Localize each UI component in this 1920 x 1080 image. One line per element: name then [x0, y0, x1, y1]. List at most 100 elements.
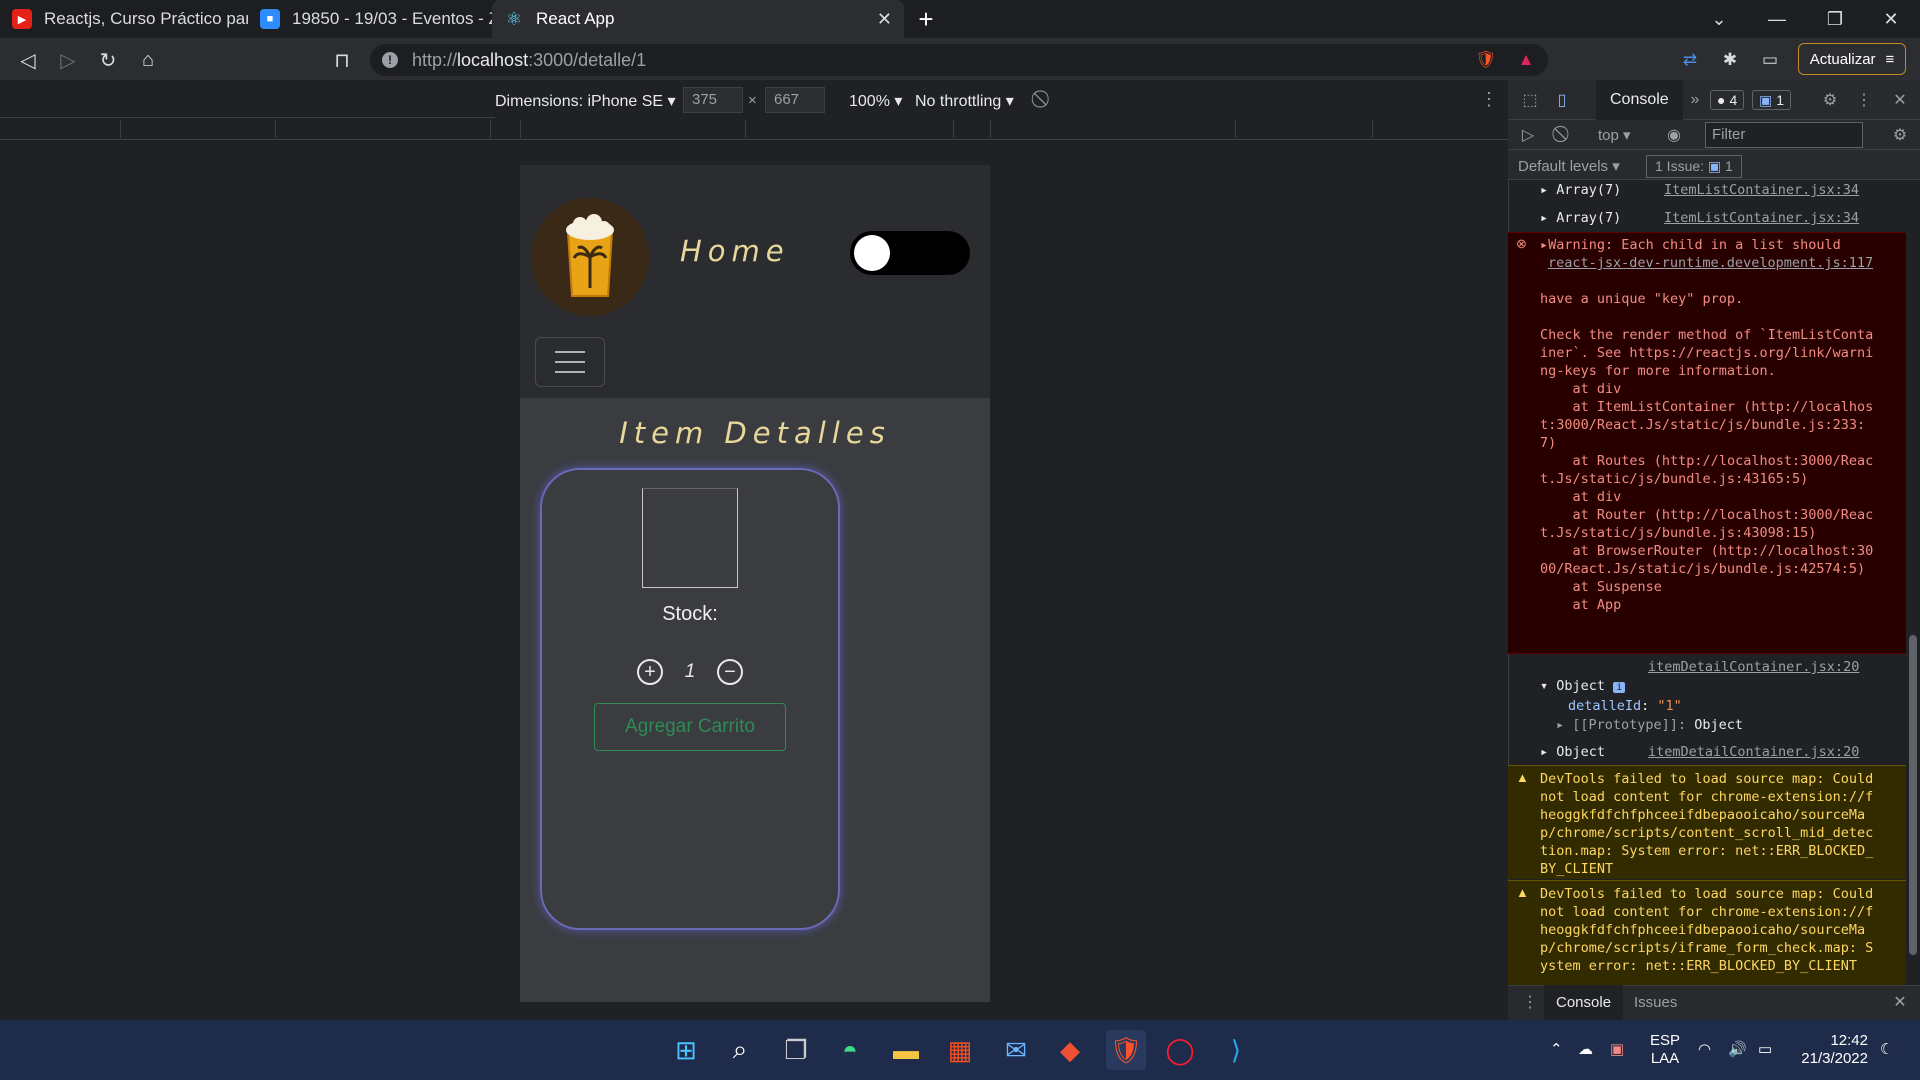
context-select[interactable]: top ▾	[1598, 126, 1631, 144]
volume-icon[interactable]: 🔊	[1728, 1040, 1747, 1058]
url-path: :3000/detalle/1	[528, 49, 647, 70]
reload-icon[interactable]: ↻	[90, 42, 126, 78]
task-view-icon[interactable]: ❐	[776, 1030, 816, 1070]
object-row[interactable]: ▾ Object i	[1540, 678, 1626, 694]
wallet-icon[interactable]: ▭	[1756, 46, 1784, 74]
more-tabs-icon[interactable]: »	[1683, 88, 1707, 112]
brave-shields-icon[interactable]: 🛡	[1472, 46, 1500, 74]
tab-title: Reactjs, Curso Práctico para Principiant	[44, 9, 248, 28]
object-row[interactable]: ▸ Object	[1540, 744, 1605, 760]
drawer-tab-console[interactable]: Console	[1544, 985, 1624, 1020]
microsoft-store-icon[interactable]: ▦	[940, 1030, 980, 1070]
device-toggle-icon[interactable]: ▯	[1550, 88, 1574, 112]
levels-select[interactable]: Default levels ▾	[1518, 157, 1620, 175]
brave-browser-icon[interactable]: 🛡	[1106, 1030, 1146, 1070]
messages-badge[interactable]: ▣ 1	[1752, 90, 1792, 110]
new-tab-button[interactable]: +	[906, 0, 946, 38]
battery-icon[interactable]: ▭	[1758, 1040, 1772, 1058]
tab-zoom[interactable]: ■ 19850 - 19/03 - Eventos - Zoom	[248, 0, 492, 38]
focus-assist-icon[interactable]: ☾	[1880, 1040, 1893, 1058]
height-input[interactable]: 667	[765, 87, 825, 113]
console-scrollbar[interactable]	[1906, 180, 1920, 985]
tab-console[interactable]: Console	[1596, 80, 1683, 120]
message-icon: ▣	[1759, 91, 1773, 108]
error-source-link[interactable]: react-jsx-dev-runtime.development.js:117	[1548, 254, 1888, 272]
prototype-row[interactable]: ▸ [[Prototype]]: Object	[1556, 717, 1743, 733]
scrollbar-thumb[interactable]	[1909, 635, 1917, 955]
menu-icon: ≡	[1885, 50, 1895, 68]
tab-youtube[interactable]: ▶ Reactjs, Curso Práctico para Principia…	[0, 0, 248, 38]
home-link[interactable]: Home	[680, 234, 790, 268]
mail-icon[interactable]: ✉	[996, 1030, 1036, 1070]
eye-icon[interactable]: ◉	[1662, 123, 1686, 147]
source-link[interactable]: ItemListContainer.jsx:34	[1664, 182, 1859, 198]
vscode-icon[interactable]: ⟩	[1216, 1030, 1256, 1070]
object-label: Object	[1556, 678, 1606, 694]
brave-rewards-icon[interactable]: ▲	[1512, 46, 1540, 74]
language-indicator[interactable]: ESP LAA	[1650, 1032, 1680, 1068]
wifi-icon[interactable]: ◠	[1698, 1040, 1711, 1058]
bookmark-icon[interactable]: ⊓	[324, 42, 360, 78]
device-label: Dimensions: iPhone SE	[495, 93, 664, 110]
add-to-cart-button[interactable]: Agregar Carrito	[594, 703, 786, 751]
media-query-ruler	[0, 118, 1508, 140]
back-icon[interactable]: ◁	[10, 42, 46, 78]
error-dot-icon: ●	[1717, 92, 1726, 108]
address-bar[interactable]: http://localhost:3000/detalle/1	[370, 44, 1548, 76]
close-devtools-icon[interactable]: ✕	[1888, 88, 1912, 112]
tray-chevron-icon[interactable]: ⌃	[1550, 1040, 1563, 1058]
extensions-icon[interactable]: ✱	[1716, 46, 1744, 74]
opera-icon[interactable]: ◯	[1160, 1030, 1200, 1070]
edge-icon[interactable]: ◓	[830, 1030, 870, 1070]
source-link[interactable]: ItemListContainer.jsx:34	[1664, 210, 1859, 226]
minimize-button[interactable]: —	[1748, 0, 1806, 38]
plus-circle-icon[interactable]: +	[637, 659, 663, 685]
home-icon[interactable]: ⌂	[130, 42, 166, 78]
theme-toggle[interactable]	[850, 231, 970, 275]
site-info-icon[interactable]: !	[382, 52, 398, 68]
drawer-tab-issues[interactable]: Issues	[1622, 985, 1689, 1020]
source-link[interactable]: itemDetailContainer.jsx:20	[1648, 744, 1859, 760]
clock[interactable]: 12:42 21/3/2022	[1798, 1032, 1868, 1068]
settings-gear-icon[interactable]: ⚙	[1818, 88, 1842, 112]
git-icon[interactable]: ◆	[1050, 1030, 1090, 1070]
chevron-down-icon[interactable]: ⌄	[1690, 0, 1748, 38]
close-tab-icon[interactable]: ✕	[877, 9, 892, 30]
forward-icon[interactable]: ▷	[50, 42, 86, 78]
console-row[interactable]: ▸ Array(7)	[1540, 210, 1621, 226]
beer-logo-icon[interactable]	[531, 198, 649, 316]
restore-button[interactable]: ❐	[1806, 0, 1864, 38]
file-explorer-icon[interactable]: ▬	[886, 1030, 926, 1070]
search-icon[interactable]: ⌕	[720, 1030, 760, 1070]
filter-input[interactable]: Filter	[1705, 122, 1863, 148]
minus-circle-icon[interactable]: −	[717, 659, 743, 685]
errors-badge[interactable]: ● 4	[1710, 90, 1745, 110]
url-host: localhost	[457, 49, 529, 70]
windows-start-icon[interactable]: ⊞	[666, 1030, 706, 1070]
update-label: Actualizar	[1809, 50, 1876, 68]
clear-console-icon[interactable]: ⃠	[1552, 123, 1576, 147]
close-window-button[interactable]: ✕	[1862, 0, 1920, 38]
warning-icon: ▲	[1516, 770, 1529, 785]
console-settings-icon[interactable]: ⚙	[1888, 123, 1912, 147]
zoom-icon: ■	[260, 9, 280, 29]
drawer-menu-icon[interactable]: ⋮	[1518, 990, 1542, 1014]
close-drawer-icon[interactable]: ✕	[1888, 990, 1912, 1014]
source-link[interactable]: itemDetailContainer.jsx:20	[1648, 659, 1859, 675]
error-title[interactable]: ▸Warning: Each child in a list should	[1540, 236, 1880, 254]
inspect-element-icon[interactable]: ⬚	[1518, 88, 1542, 112]
translate-icon[interactable]: ⇄	[1676, 46, 1704, 74]
devtools-menu-icon[interactable]: ⋮	[1852, 88, 1876, 112]
error-count: 4	[1729, 92, 1738, 108]
tray-app-icon[interactable]: ▣	[1610, 1040, 1624, 1058]
sidebar-toggle-icon[interactable]: ▷	[1516, 123, 1540, 147]
update-button[interactable]: Actualizar ≡	[1798, 43, 1906, 75]
onedrive-icon[interactable]: ☁	[1578, 1040, 1593, 1058]
hamburger-menu-button[interactable]	[535, 337, 605, 387]
console-row[interactable]: ▸ Array(7)	[1540, 182, 1621, 198]
toggle-knob	[854, 235, 890, 271]
warning-message: DevTools failed to load source map: Coul…	[1540, 886, 1874, 974]
tab-react-app[interactable]: ⚛ React App ✕	[492, 0, 904, 38]
width-input[interactable]: 375	[683, 87, 743, 113]
issues-button[interactable]: 1 Issue: ▣ 1	[1646, 155, 1742, 178]
